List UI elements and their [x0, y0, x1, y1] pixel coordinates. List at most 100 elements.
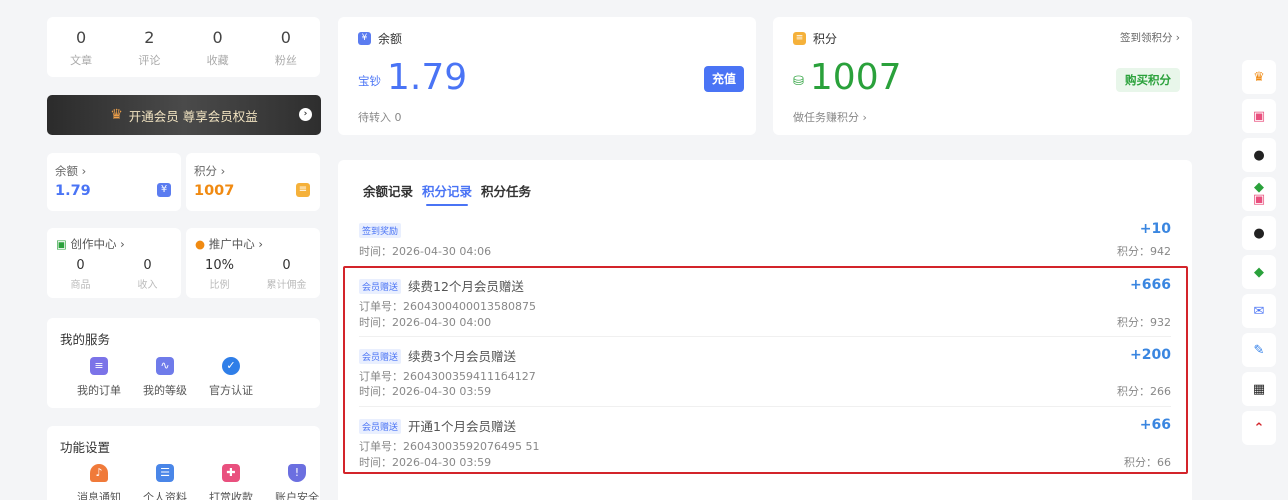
tip-receive-item[interactable]: ✚ 打赏收款 [198, 464, 264, 500]
stat-comments[interactable]: 2 评论 [115, 17, 183, 77]
user-card-icon: ☰ [156, 464, 174, 482]
balance-mini-value: 1.79 [55, 183, 91, 199]
vip-banner-text: 开通会员 尊享会员权益 [128, 108, 258, 124]
tab-balance-records[interactable]: 余额记录 [363, 181, 413, 200]
user-stats: 0 文章 2 评论 0 收藏 0 粉丝 [47, 17, 320, 77]
record-badge: 会员赠送 [359, 349, 402, 364]
col-label: 比例 [209, 280, 230, 291]
vip-banner[interactable]: ♛ 开通会员 尊享会员权益 › [47, 95, 321, 135]
setting-label: 个人资料 [143, 491, 187, 500]
checkin-points-link[interactable]: 签到领积分 › [1120, 30, 1180, 45]
record-desc: 开通1个月会员赠送 [408, 419, 516, 434]
shield-icon: ! [288, 464, 306, 482]
gift-icon[interactable]: ▣ [1242, 99, 1276, 133]
points-mini-card[interactable]: 积分 › 1007 ≡ [186, 153, 320, 211]
account-security-item[interactable]: ! 账户安全 [264, 464, 330, 500]
verified-icon: ✓ [222, 357, 240, 375]
crown-icon: ♛ [110, 107, 123, 123]
stat-label: 收藏 [206, 54, 229, 67]
divider [359, 266, 1171, 267]
qq-icon[interactable]: ● [1242, 216, 1276, 250]
my-services-title: 我的服务 [60, 332, 111, 347]
stat-value: 0 [76, 28, 87, 47]
creator-center-label: 创作中心 › [70, 237, 125, 251]
record-time: 时间：2026-04-30 04:06 [359, 245, 492, 258]
setting-label: 消息通知 [77, 491, 121, 500]
records-tabs: 余额记录 积分记录 积分任务 [363, 181, 540, 206]
buy-points-button[interactable]: 购买积分 [1116, 68, 1180, 92]
profile-item[interactable]: ☰ 个人资料 [132, 464, 198, 500]
creator-center-card[interactable]: ▣ 创作中心 › 0 商品 0 收入 [47, 228, 181, 298]
col-label: 商品 [70, 280, 91, 291]
col-value: 0 [76, 258, 85, 273]
record-desc: 续费3个月会员赠送 [408, 349, 516, 364]
stat-fans[interactable]: 0 粉丝 [252, 17, 320, 77]
balance-amount: 1.79 [387, 57, 468, 98]
notification-item[interactable]: ♪ 消息通知 [66, 464, 132, 500]
chart-icon: ∿ [156, 357, 174, 375]
official-verify-item[interactable]: ✓ 官方认证 [198, 357, 264, 398]
qq-icon[interactable]: ● [1242, 138, 1276, 172]
points-amount: 1007 [809, 57, 902, 98]
tab-points-tasks[interactable]: 积分任务 [481, 181, 531, 200]
coins-icon: ≡ [296, 183, 310, 197]
col-value: 0 [282, 258, 291, 273]
money-bag-icon: ● [195, 237, 206, 251]
bell-icon: ♪ [90, 464, 108, 482]
clipboard-icon: ≡ [90, 357, 108, 375]
record-time: 时间：2026-04-30 03:59 [359, 385, 492, 398]
wallet-icon: ¥ [157, 183, 171, 197]
back-to-top-icon[interactable]: ⌃ [1242, 411, 1276, 445]
service-label: 我的等级 [143, 384, 187, 397]
wallet-icon: ¥ [358, 32, 371, 45]
earn-points-link[interactable]: 做任务赚积分 › [793, 109, 867, 125]
arrow-right-icon: › [299, 108, 312, 121]
promo-commission: 0 累计佣金 [253, 258, 320, 291]
balance-card: ¥ 余额 宝钞 1.79 待转入 0 充值 [338, 17, 756, 135]
mail-icon[interactable]: ✉ [1242, 294, 1276, 328]
stat-label: 文章 [70, 54, 93, 67]
qrcode-icon[interactable]: ▦ [1242, 372, 1276, 406]
coins-icon: ≡ [793, 32, 806, 45]
col-value: 10% [205, 258, 234, 273]
record-order: 订单号：26043003594111б4127 [359, 370, 536, 383]
service-label: 我的订单 [77, 384, 121, 397]
creator-income: 0 收入 [114, 258, 181, 291]
col-value: 0 [143, 258, 152, 273]
promo-center-card[interactable]: ● 推广中心 › 10% 比例 0 累计佣金 [186, 228, 320, 298]
record-amount: +666 [1130, 277, 1171, 293]
service-label: 官方认证 [209, 384, 253, 397]
my-level-item[interactable]: ∿ 我的等级 [132, 357, 198, 398]
edit-icon[interactable]: ✎ [1242, 333, 1276, 367]
record-order: 订单号：26043003592076495 51 [359, 440, 540, 453]
my-orders-item[interactable]: ≡ 我的订单 [66, 357, 132, 398]
points-card: ≡ 积分 签到领积分 › ⛁ 1007 做任务赚积分 › 购买积分 [773, 17, 1192, 135]
col-label: 收入 [137, 280, 158, 291]
stat-value: 2 [144, 28, 155, 47]
settings-title: 功能设置 [60, 440, 111, 455]
recharge-button[interactable]: 充值 [704, 66, 744, 92]
pending-transfer: 待转入 0 [358, 111, 402, 124]
record-desc: 续费12个月会员赠送 [408, 279, 524, 294]
wechat-icon[interactable]: ◆ [1242, 255, 1276, 289]
gift-icon: ✚ [222, 464, 240, 482]
records-card: 余额记录 积分记录 积分任务 签到奖励 +10 时间：2026-04-30 04… [338, 160, 1192, 500]
stat-favorites[interactable]: 0 收藏 [184, 17, 252, 77]
settings-card: 功能设置 ♪ 消息通知 ☰ 个人资料 ✚ 打赏收款 ! 账户安全 [47, 426, 320, 500]
record-badge: 签到奖励 [359, 223, 402, 238]
record-badge: 会员赠送 [359, 419, 402, 434]
stat-value: 0 [280, 28, 291, 47]
stat-articles[interactable]: 0 文章 [47, 17, 115, 77]
balance-mini-card[interactable]: 余额 › 1.79 ¥ [47, 153, 181, 211]
crown-icon[interactable]: ♛ [1242, 60, 1276, 94]
tab-points-records[interactable]: 积分记录 [422, 181, 472, 206]
wechat-gift-icon[interactable]: ◆ ▣ [1242, 177, 1276, 211]
setting-label: 账户安全 [275, 491, 319, 500]
record-amount: +10 [1139, 221, 1171, 237]
promo-center-title: ● 推广中心 › [195, 236, 263, 252]
record-order: 订单号：2604300400013580875 [359, 300, 536, 313]
setting-label: 打赏收款 [209, 491, 253, 500]
creator-center-title: ▣ 创作中心 › [56, 236, 125, 252]
balance-mini-title: 余额 › [55, 164, 87, 178]
stat-label: 粉丝 [274, 54, 297, 67]
